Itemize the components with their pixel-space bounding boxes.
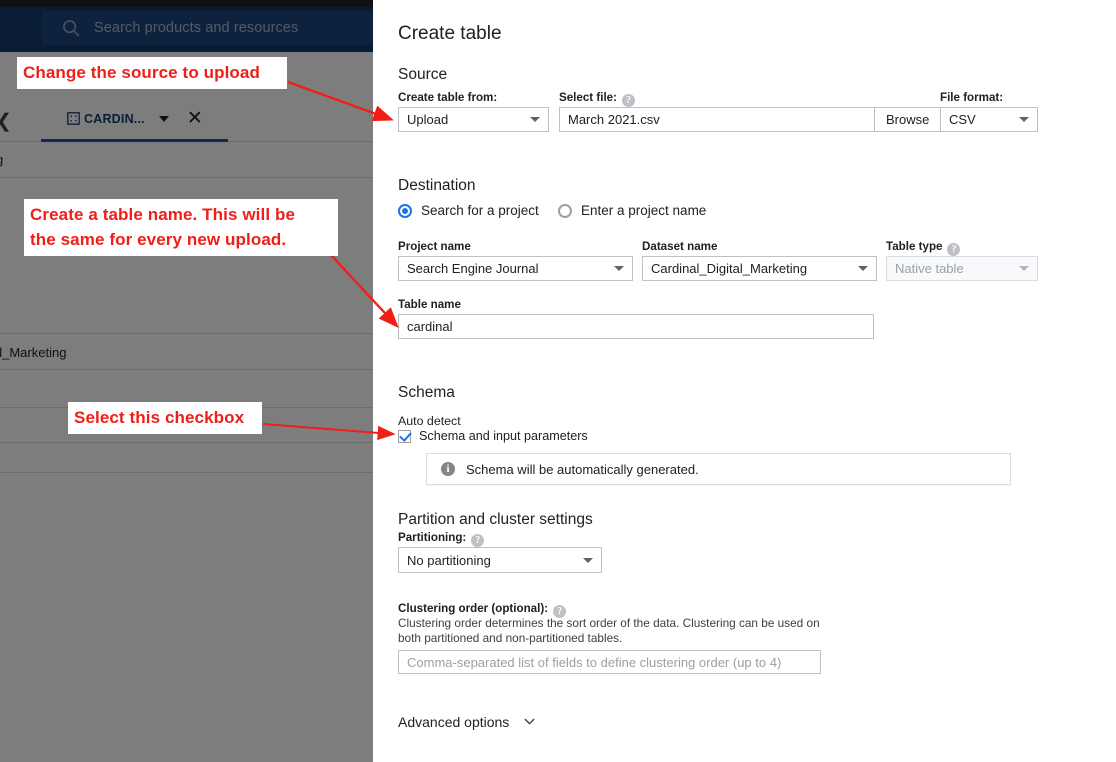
table-name-input[interactable]: cardinal [398,314,874,339]
annotation-change-source: Change the source to upload [17,57,287,89]
clustering-order-input[interactable]: Comma-separated list of fields to define… [398,650,821,674]
create-table-from-label: Create table from: [398,91,497,104]
file-format-label: File format: [940,91,1003,104]
dataset-name-select[interactable]: Cardinal_Digital_Marketing [642,256,877,281]
browse-button[interactable]: Browse [875,107,941,132]
chevron-down-icon [583,558,593,563]
info-icon: i [441,462,455,476]
advanced-options-toggle[interactable]: Advanced options [398,713,538,730]
table-type-label: Table type? [886,240,960,256]
file-format-value: CSV [949,112,1019,127]
dataset-name-label: Dataset name [642,240,717,253]
select-file-value: March 2021.csv [568,112,660,127]
chevron-down-icon [1019,266,1029,271]
schema-autodetect-checkbox[interactable] [398,430,411,443]
dataset-name-value: Cardinal_Digital_Marketing [651,261,858,276]
help-icon-table-type[interactable]: ? [947,243,960,256]
radio-enter-a-project-name[interactable]: Enter a project name [558,203,706,218]
help-icon-select-file[interactable]: ? [622,94,635,107]
project-name-label: Project name [398,240,471,253]
radio-button-unselected[interactable] [558,204,572,218]
clustering-description: Clustering order determines the sort ord… [398,616,828,646]
chevron-down-icon [521,713,538,730]
annotation-checkbox: Select this checkbox [68,402,262,434]
create-table-panel: Create table Source Create table from: U… [373,0,1116,762]
background-app: Search products and resources ❮ CARDIN..… [0,0,373,762]
table-type-select: Native table [886,256,1038,281]
select-file-label: Select file:? [559,91,635,107]
page-title: Create table [398,23,502,45]
schema-info-box: i Schema will be automatically generated… [426,453,1011,485]
radio-enter-label: Enter a project name [581,203,706,218]
annotation-table-name: Create a table name. This will be the sa… [24,199,338,256]
help-icon-partitioning[interactable]: ? [471,534,484,547]
create-table-from-value: Upload [407,112,530,127]
table-name-value: cardinal [407,319,453,334]
partitioning-label-text: Partitioning: [398,531,466,544]
auto-detect-checkbox-row[interactable]: Schema and input parameters [398,429,588,443]
file-format-select[interactable]: CSV [940,107,1038,132]
clustering-order-label-text: Clustering order (optional): [398,602,548,615]
table-type-value: Native table [895,261,1019,276]
section-heading-destination: Destination [398,177,476,195]
table-name-label: Table name [398,298,461,311]
table-type-label-text: Table type [886,240,942,253]
radio-search-label: Search for a project [421,203,539,218]
auto-detect-label: Auto detect [398,414,461,428]
select-file-input[interactable]: March 2021.csv [559,107,875,132]
chevron-down-icon [858,266,868,271]
schema-autodetect-label: Schema and input parameters [419,429,588,443]
create-table-from-select[interactable]: Upload [398,107,549,132]
advanced-options-label: Advanced options [398,714,509,730]
schema-info-text: Schema will be automatically generated. [466,462,699,477]
partitioning-value: No partitioning [407,553,583,568]
clustering-order-placeholder: Comma-separated list of fields to define… [407,655,781,670]
section-heading-partition: Partition and cluster settings [398,511,593,529]
chevron-down-icon [530,117,540,122]
project-name-value: Search Engine Journal [407,261,614,276]
section-heading-schema: Schema [398,384,455,402]
partitioning-label: Partitioning:? [398,531,484,547]
chevron-down-icon [1019,117,1029,122]
modal-dim-overlay [0,0,373,762]
select-file-label-text: Select file: [559,91,617,104]
radio-button-selected[interactable] [398,204,412,218]
partitioning-select[interactable]: No partitioning [398,547,602,573]
chevron-down-icon [614,266,624,271]
section-heading-source: Source [398,66,447,84]
radio-search-for-a-project[interactable]: Search for a project [398,203,539,218]
project-name-select[interactable]: Search Engine Journal [398,256,633,281]
screenshot-root: Search products and resources ❮ CARDIN..… [0,0,1116,762]
